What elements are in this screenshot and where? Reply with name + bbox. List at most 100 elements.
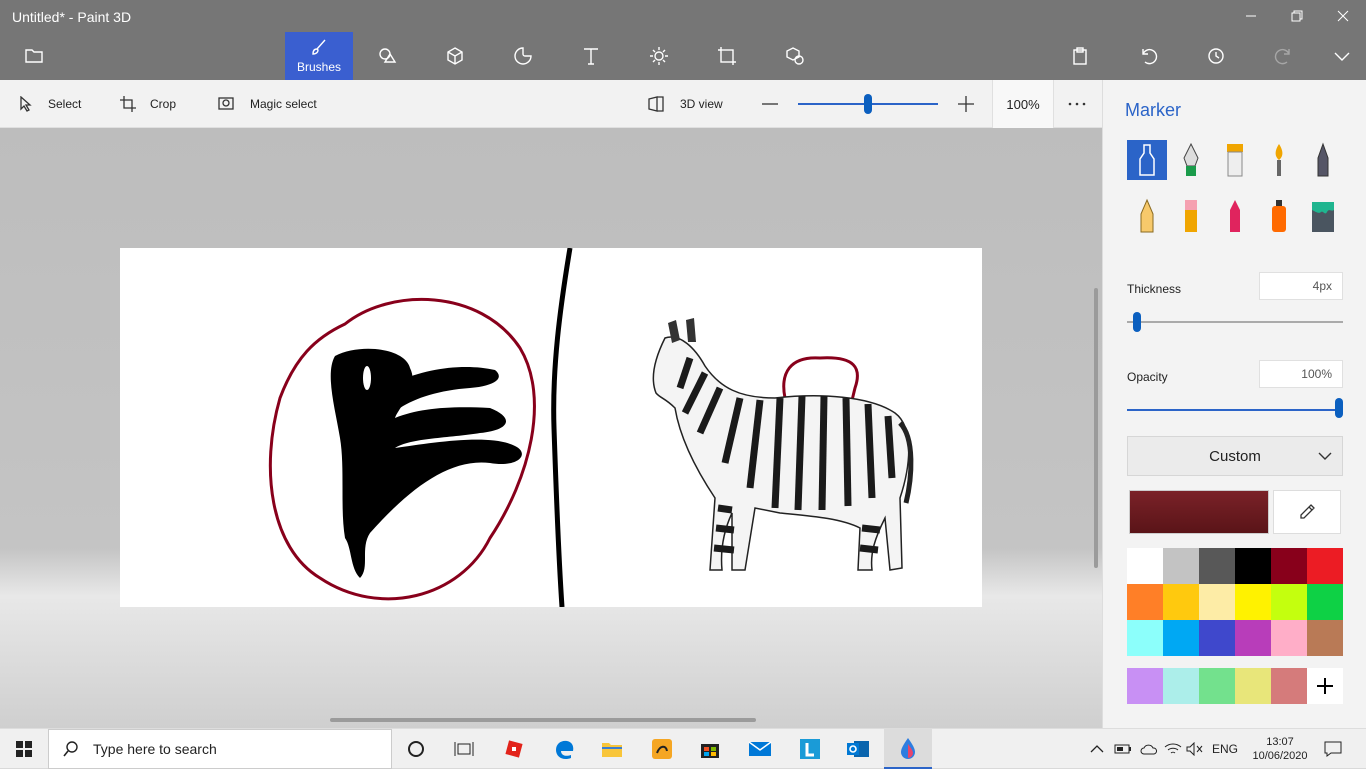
paste-button[interactable] [1046,32,1114,80]
cube-icon [447,47,463,65]
taskbar-app-paint3d[interactable] [884,729,932,769]
color-swatch[interactable] [1163,548,1199,584]
color-swatch[interactable] [1163,620,1199,656]
thickness-input[interactable]: 4px [1259,272,1343,300]
color-swatch[interactable] [1271,548,1307,584]
menu-button[interactable] [0,32,68,80]
vertical-scrollbar[interactable] [1094,288,1098,568]
3d-view-button[interactable]: 3D view [648,80,723,128]
taskbar-app-l[interactable] [786,729,834,769]
color-swatch[interactable] [1199,548,1235,584]
battery-indicator[interactable] [1114,729,1132,769]
color-swatch[interactable] [1235,620,1271,656]
select-button[interactable]: Select [18,80,81,128]
magic-select-button[interactable]: Magic select [218,80,317,128]
volume-indicator[interactable] [1186,729,1204,769]
brush-icon [312,39,326,55]
undo-button[interactable] [1114,32,1182,80]
tool-fill[interactable] [1303,196,1343,236]
tool-eraser[interactable] [1171,196,1211,236]
crop-icon [120,96,136,112]
taskbar-app-sketch[interactable] [638,729,686,769]
tool-marker[interactable] [1127,140,1167,180]
color-swatch[interactable] [1235,584,1271,620]
taskbar-app-mail[interactable] [736,729,784,769]
tool-pixel-pen[interactable] [1303,140,1343,180]
taskbar-app-store[interactable] [686,729,734,769]
color-swatch[interactable] [1127,620,1163,656]
tool-calligraphy-pen[interactable] [1171,140,1211,180]
history-button[interactable] [1182,32,1250,80]
taskbar-app-outlook[interactable] [834,729,882,769]
tab-stickers[interactable] [489,32,557,80]
color-swatch[interactable] [1307,548,1343,584]
cortana-button[interactable] [392,729,440,769]
tab-effects[interactable] [625,32,693,80]
tray-chevron[interactable] [1090,729,1104,769]
custom-color-swatch[interactable] [1235,668,1271,704]
close-button[interactable] [1320,0,1366,32]
zoom-slider-thumb[interactable] [864,94,872,114]
zoom-value[interactable]: 100% [992,80,1054,128]
marker-icon [1139,144,1155,176]
tool-oil-brush[interactable] [1215,140,1255,180]
task-view-icon [454,742,474,756]
horizontal-scrollbar[interactable] [330,718,756,722]
custom-color-swatch[interactable] [1127,668,1163,704]
taskbar-app-file-explorer[interactable] [588,729,636,769]
color-swatch[interactable] [1199,584,1235,620]
tab-canvas[interactable] [693,32,761,80]
taskbar-search[interactable]: Type here to search [48,729,392,769]
color-swatch[interactable] [1127,584,1163,620]
minimize-button[interactable] [1228,0,1274,32]
network-indicator[interactable] [1164,729,1182,769]
color-swatch[interactable] [1307,584,1343,620]
cloud-icon [1140,744,1158,755]
color-mode-dropdown[interactable]: Custom [1127,436,1343,476]
drawing-canvas[interactable] [120,248,982,607]
eyedropper-button[interactable] [1273,490,1341,534]
clock[interactable]: 13:07 10/06/2020 [1250,729,1310,769]
color-swatch[interactable] [1163,584,1199,620]
tab-3d-library[interactable] [761,32,829,80]
task-view-button[interactable] [440,729,488,769]
color-swatch[interactable] [1127,548,1163,584]
tab-2d-shapes[interactable] [353,32,421,80]
opacity-input[interactable]: 100% [1259,360,1343,388]
tab-brushes[interactable]: Brushes [285,32,353,80]
add-color-button[interactable] [1307,668,1343,704]
tool-pencil[interactable] [1127,196,1167,236]
language-indicator[interactable]: ENG [1212,729,1238,769]
custom-color-swatch[interactable] [1199,668,1235,704]
onedrive-indicator[interactable] [1140,729,1158,769]
tab-text[interactable] [557,32,625,80]
custom-color-swatch[interactable] [1271,668,1307,704]
color-swatch[interactable] [1271,620,1307,656]
opacity-slider-thumb[interactable] [1335,398,1343,418]
start-button[interactable] [0,729,48,769]
taskbar-app-roblox[interactable] [490,729,538,769]
color-swatch[interactable] [1271,584,1307,620]
custom-color-swatch[interactable] [1163,668,1199,704]
current-color-swatch[interactable] [1129,490,1269,534]
more-button[interactable] [1068,80,1086,128]
color-swatch[interactable] [1307,620,1343,656]
windows-icon [16,741,32,757]
tool-watercolor[interactable] [1259,140,1299,180]
restore-button[interactable] [1274,0,1320,32]
taskbar-app-edge[interactable] [540,729,588,769]
tool-crayon[interactable] [1215,196,1255,236]
tool-spray-can[interactable] [1259,196,1299,236]
opacity-slider[interactable] [1127,409,1343,411]
thickness-slider[interactable] [1127,321,1343,323]
expand-button[interactable] [1308,32,1366,80]
zoom-out-button[interactable] [762,80,778,128]
crop-button[interactable]: Crop [120,80,176,128]
tab-3d-shapes[interactable] [421,32,489,80]
action-center-button[interactable] [1324,729,1342,769]
color-swatch[interactable] [1235,548,1271,584]
clock-time: 13:07 [1266,736,1294,748]
zoom-in-button[interactable] [958,80,974,128]
color-swatch[interactable] [1199,620,1235,656]
thickness-slider-thumb[interactable] [1133,312,1141,332]
